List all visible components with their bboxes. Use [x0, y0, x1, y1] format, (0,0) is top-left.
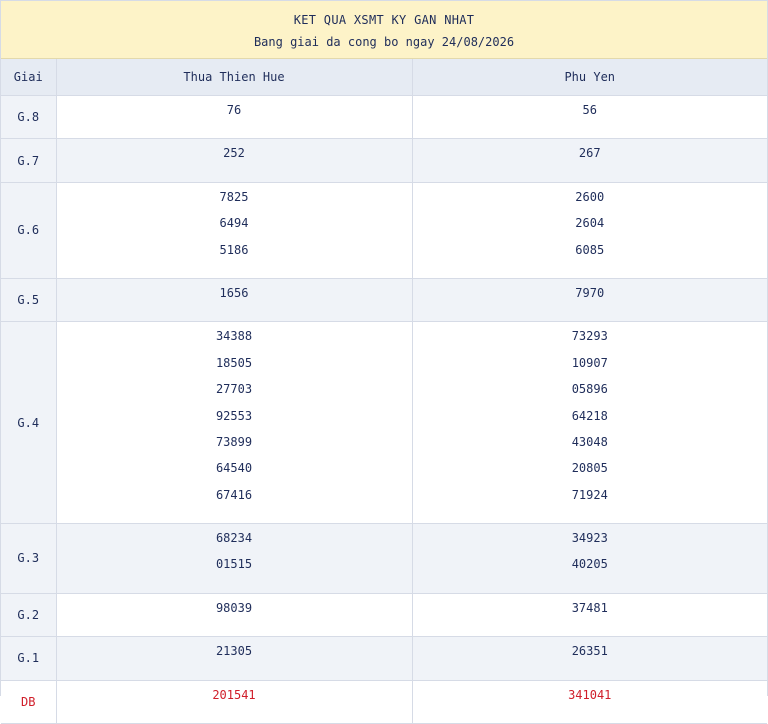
result-number: 76: [226, 103, 242, 117]
result-number: 26351: [571, 644, 608, 659]
province-2-cell: 56: [412, 95, 767, 140]
province-1-cell: 252: [56, 138, 413, 183]
result-number: 21305: [215, 644, 253, 659]
province-2-cell: 267: [412, 138, 767, 183]
result-number: 2604: [575, 216, 605, 231]
prize-label: G.2: [1, 593, 57, 638]
result-number: 34923: [571, 531, 608, 546]
special-result-number: 201541: [212, 687, 256, 702]
result-number: 34388: [215, 329, 253, 344]
result-number: 252: [223, 146, 245, 161]
result-number: 1656: [219, 285, 249, 300]
column-header-prize: Giai: [1, 59, 57, 96]
province-2-cell: 26351: [412, 636, 767, 681]
table-row-special: DB 201541 341041: [1, 680, 767, 724]
result-number: 43048: [571, 434, 608, 449]
province-1-cell: 201541: [56, 680, 413, 724]
table-row: G.2 98039 37481: [1, 593, 767, 638]
result-number: 56: [582, 103, 597, 117]
prize-label: G.5: [1, 278, 57, 323]
result-number: 01515: [215, 557, 253, 572]
province-1-cell: 76: [56, 95, 413, 140]
province-1-cell: 98039: [56, 593, 413, 638]
prize-label: G.4: [1, 321, 57, 525]
table-row: G.7 252 267: [1, 138, 767, 183]
result-number: 20805: [571, 461, 608, 476]
result-number: 7970: [575, 285, 605, 300]
province-1-cell: 21305: [56, 636, 413, 681]
result-number: 2600: [575, 189, 605, 204]
province-2-cell: 34923 40205: [412, 523, 767, 594]
table-header-row: Giai Thua Thien Hue Phu Yen: [1, 59, 767, 96]
result-number: 267: [578, 146, 601, 161]
column-header-province-1: Thua Thien Hue: [56, 59, 413, 96]
prize-label-special: DB: [1, 680, 57, 724]
result-number: 73293: [571, 329, 608, 344]
table-row: G.6 7825 6494 5186 2600 2604 6085: [1, 182, 767, 279]
result-number: 64218: [571, 408, 608, 423]
results-header: KET QUA XSMT KY GAN NHAT Bang giai da co…: [1, 1, 767, 59]
special-result-number: 341041: [568, 687, 612, 702]
prize-label: G.6: [1, 182, 57, 279]
table-row: G.4 34388 18505 27703 92553 73899 64540 …: [1, 321, 767, 525]
result-number: 05896: [571, 382, 608, 397]
result-number: 40205: [571, 557, 608, 572]
province-1-cell: 34388 18505 27703 92553 73899 64540 6741…: [56, 321, 413, 525]
prize-label: G.7: [1, 138, 57, 183]
result-number: 73899: [215, 434, 253, 449]
result-number: 98039: [215, 600, 253, 615]
province-1-cell: 68234 01515: [56, 523, 413, 594]
column-header-province-2: Phu Yen: [412, 59, 767, 96]
result-number: 10907: [571, 355, 608, 370]
results-table: Giai Thua Thien Hue Phu Yen G.8 76 56 G.…: [1, 59, 767, 724]
prize-label: G.8: [1, 95, 57, 140]
result-number: 37481: [571, 600, 608, 615]
result-number: 6085: [575, 242, 605, 257]
prize-label: G.1: [1, 636, 57, 681]
result-number: 68234: [215, 531, 253, 546]
table-row: G.5 1656 7970: [1, 278, 767, 323]
result-number: 6494: [219, 216, 249, 231]
result-number: 67416: [215, 487, 253, 502]
page-title: KET QUA XSMT KY GAN NHAT: [293, 13, 475, 27]
results-panel: KET QUA XSMT KY GAN NHAT Bang giai da co…: [0, 0, 768, 724]
province-2-cell: 2600 2604 6085: [412, 182, 767, 279]
result-number: 18505: [215, 355, 253, 370]
page-subtitle: Bang giai da cong bo ngay 24/08/2026: [253, 35, 515, 49]
province-2-cell: 341041: [412, 680, 767, 724]
table-row: G.8 76 56: [1, 95, 767, 140]
province-1-cell: 1656: [56, 278, 413, 323]
province-2-cell: 73293 10907 05896 64218 43048 20805 7192…: [412, 321, 767, 525]
province-1-cell: 7825 6494 5186: [56, 182, 413, 279]
table-row: G.1 21305 26351: [1, 636, 767, 681]
result-number: 5186: [219, 242, 249, 257]
result-number: 71924: [571, 487, 608, 502]
result-number: 64540: [215, 461, 253, 476]
result-number: 27703: [215, 382, 253, 397]
prize-label: G.3: [1, 523, 57, 594]
table-row: G.3 68234 01515 34923 40205: [1, 523, 767, 594]
result-number: 7825: [219, 189, 249, 204]
province-2-cell: 7970: [412, 278, 767, 323]
province-2-cell: 37481: [412, 593, 767, 638]
result-number: 92553: [215, 408, 253, 423]
